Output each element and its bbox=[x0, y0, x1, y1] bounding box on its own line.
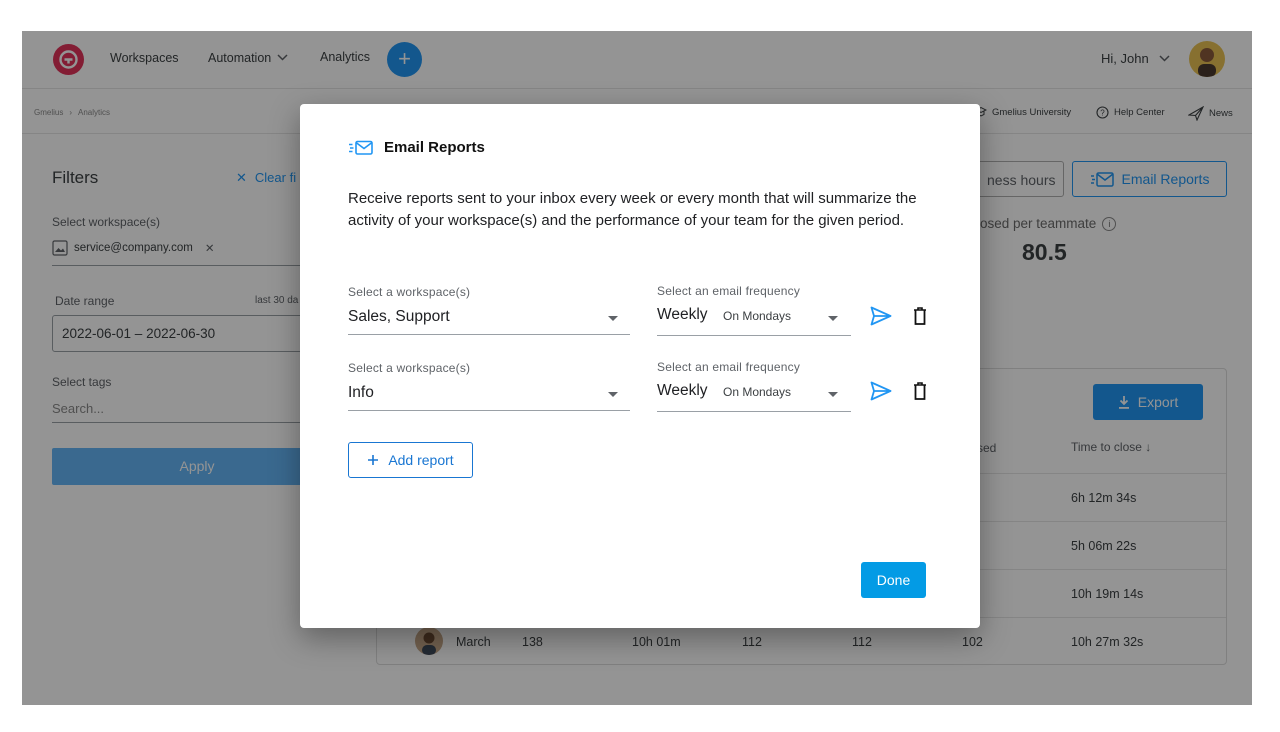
trash-icon[interactable] bbox=[913, 307, 927, 325]
plus-icon bbox=[368, 455, 379, 465]
send-icon[interactable] bbox=[870, 381, 892, 401]
email-reports-icon bbox=[349, 140, 373, 155]
workspace-select-underline bbox=[348, 410, 630, 411]
dropdown-arrow-icon[interactable] bbox=[828, 316, 838, 321]
dropdown-arrow-icon[interactable] bbox=[828, 392, 838, 397]
frequency-day-select[interactable]: On Mondays bbox=[723, 385, 791, 399]
workspace-select[interactable]: Sales, Support bbox=[348, 308, 450, 326]
frequency-select-underline bbox=[657, 411, 851, 412]
send-icon[interactable] bbox=[870, 306, 892, 326]
done-button[interactable]: Done bbox=[861, 562, 926, 598]
frequency-select-label: Select an email frequency bbox=[657, 360, 801, 374]
workspace-select-underline bbox=[348, 334, 630, 335]
frequency-select-underline bbox=[657, 335, 851, 336]
dropdown-arrow-icon[interactable] bbox=[608, 392, 618, 397]
add-report-button[interactable]: Add report bbox=[348, 442, 473, 478]
workspace-select-label: Select a workspace(s) bbox=[348, 361, 471, 375]
frequency-day-select[interactable]: On Mondays bbox=[723, 309, 791, 323]
workspace-select[interactable]: Info bbox=[348, 384, 374, 402]
frequency-select[interactable]: Weekly bbox=[657, 382, 708, 400]
dialog-description: Receive reports sent to your inbox every… bbox=[348, 190, 917, 229]
email-reports-dialog: Email Reports Receive reports sent to yo… bbox=[300, 104, 980, 628]
trash-icon[interactable] bbox=[913, 382, 927, 400]
frequency-select-label: Select an email frequency bbox=[657, 284, 801, 298]
dropdown-arrow-icon[interactable] bbox=[608, 316, 618, 321]
add-report-label: Add report bbox=[388, 452, 454, 468]
workspace-select-label: Select a workspace(s) bbox=[348, 285, 471, 299]
frequency-select[interactable]: Weekly bbox=[657, 306, 708, 324]
dialog-header: Email Reports bbox=[348, 139, 485, 156]
dialog-title: Email Reports bbox=[384, 139, 485, 156]
